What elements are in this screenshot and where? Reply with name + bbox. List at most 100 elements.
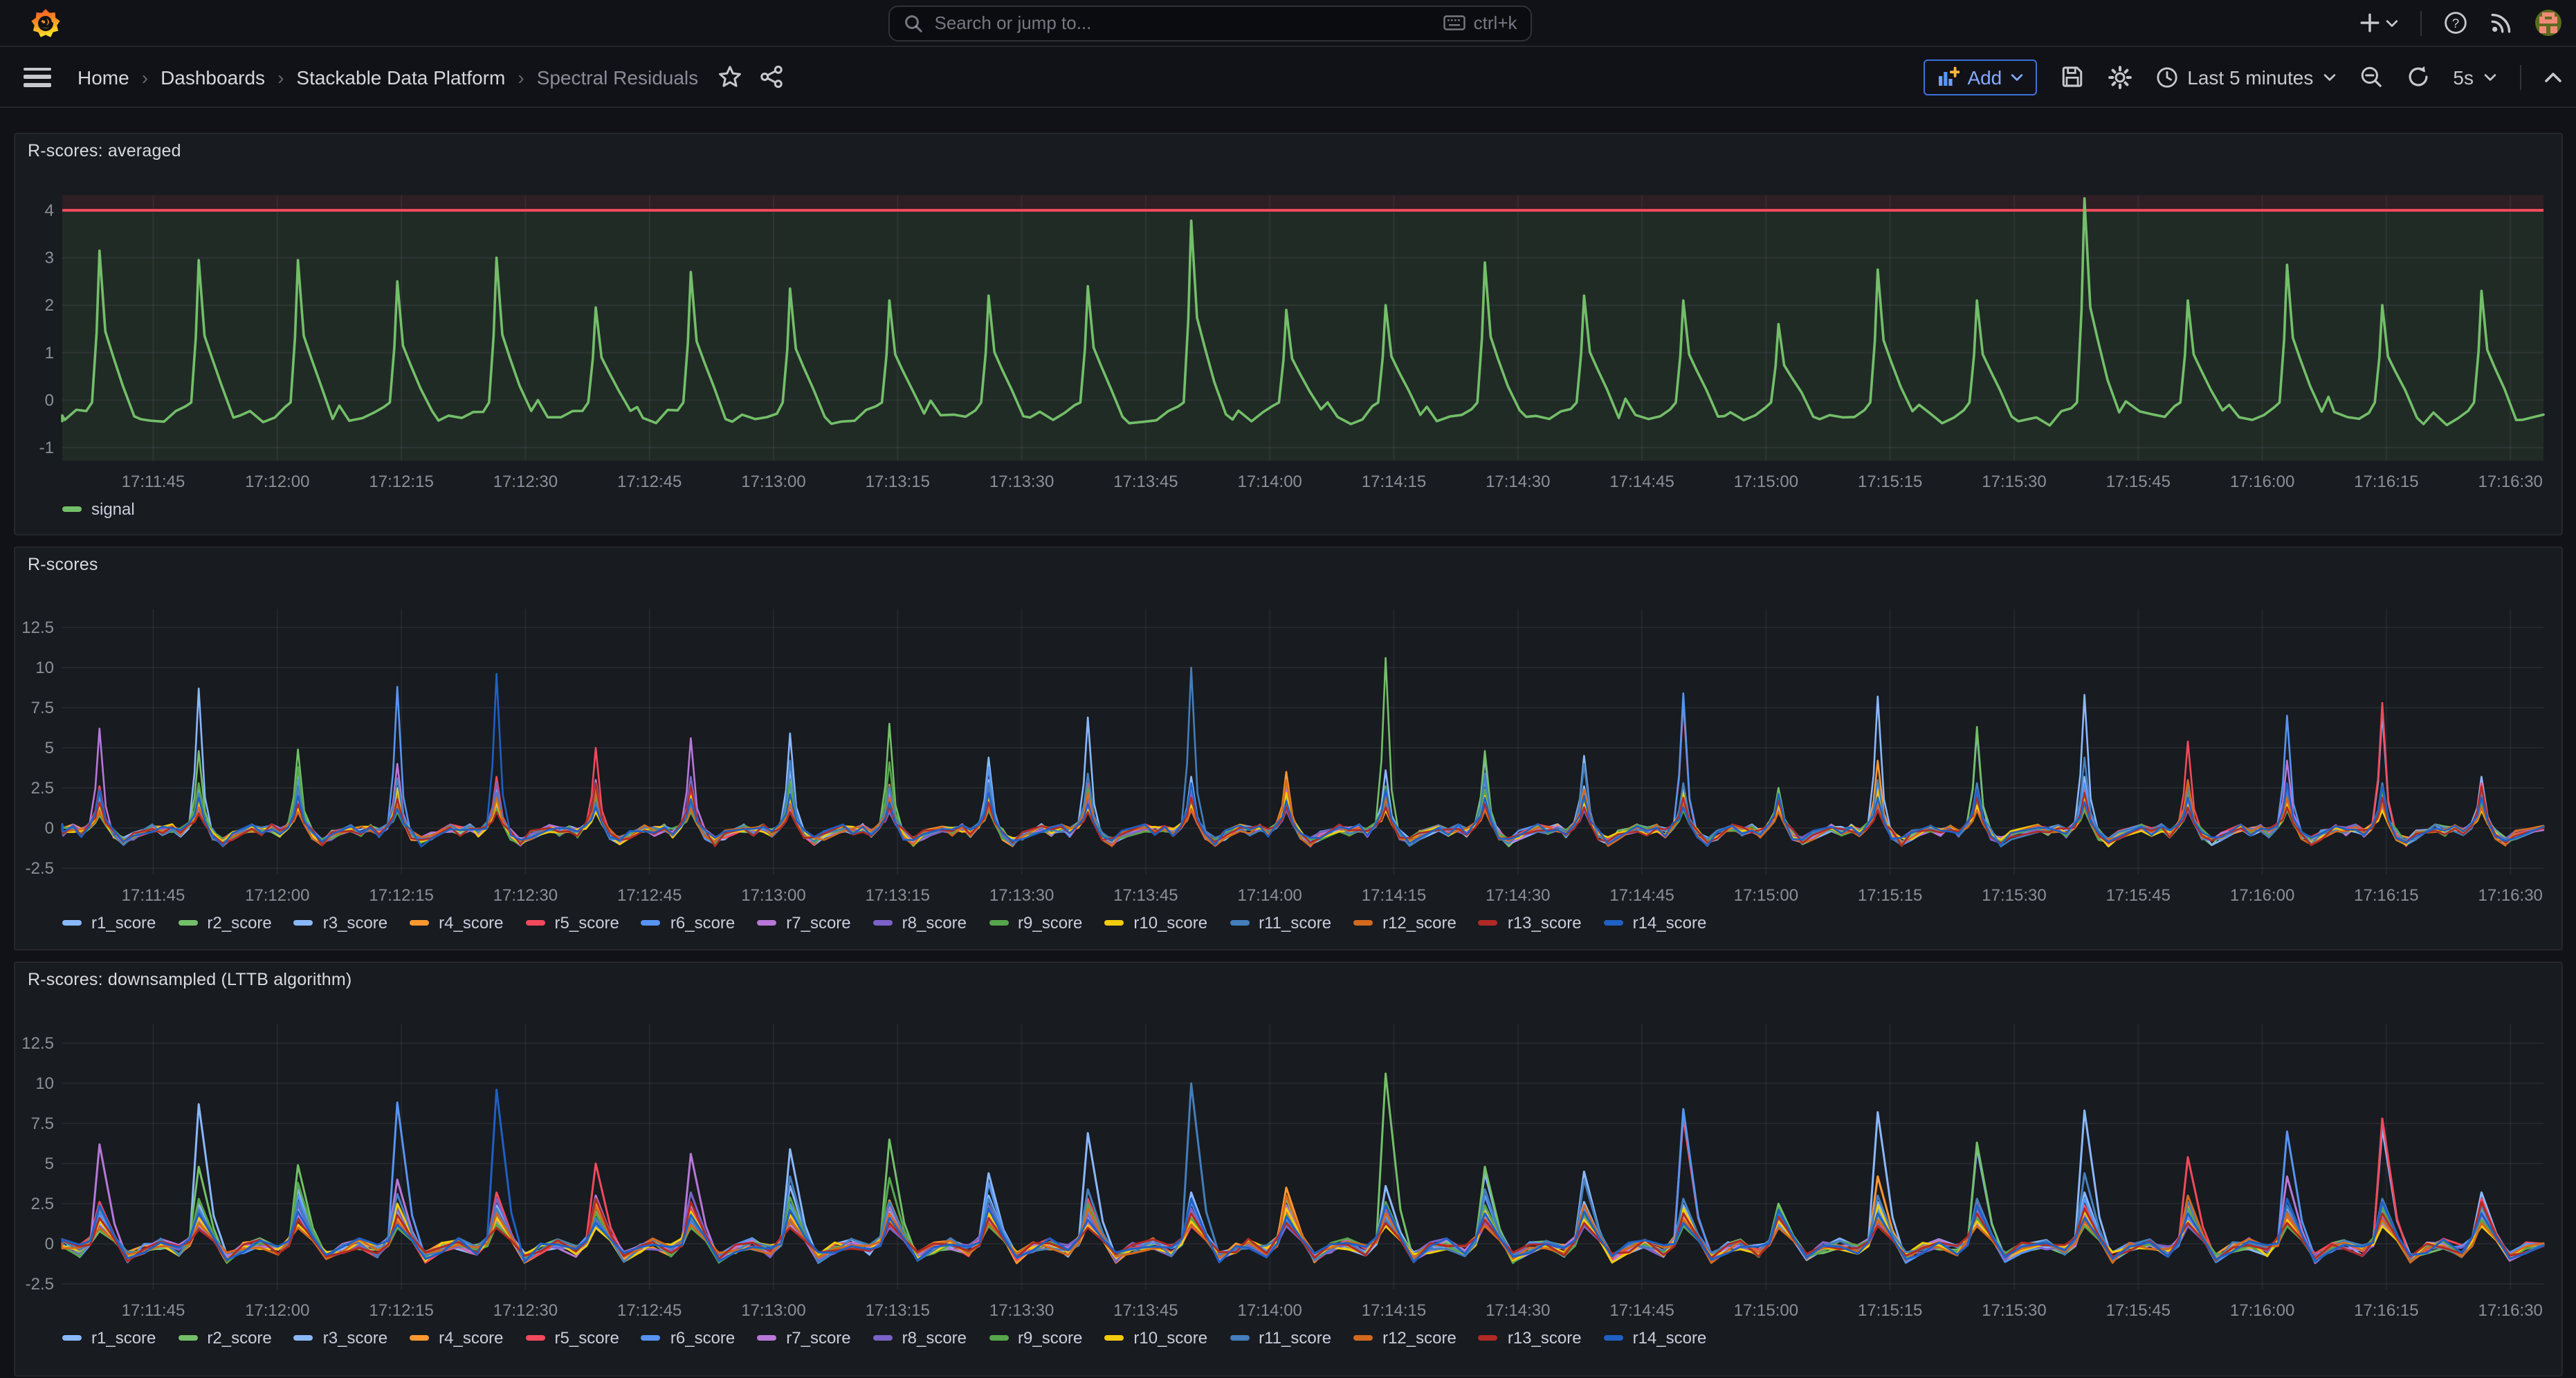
star-icon[interactable]	[718, 65, 741, 89]
legend-swatch	[410, 1335, 429, 1341]
legend-label: r3_score	[323, 1328, 387, 1348]
legend-item-r14_score[interactable]: r14_score	[1604, 913, 1707, 933]
breadcrumb-item[interactable]: Dashboards	[161, 66, 265, 88]
legend-label: r13_score	[1508, 1328, 1582, 1348]
legend-item-r8_score[interactable]: r8_score	[873, 1328, 967, 1348]
y-axis-tick-label: 7.5	[31, 1114, 54, 1133]
user-avatar[interactable]	[2534, 10, 2561, 36]
legend-item-r12_score[interactable]: r12_score	[1353, 913, 1456, 933]
legend-label: r14_score	[1633, 1328, 1707, 1348]
news-button[interactable]	[2489, 11, 2512, 35]
legend-item-r1_score[interactable]: r1_score	[62, 913, 156, 933]
legend-swatch	[989, 1335, 1008, 1341]
legend-item-r10_score[interactable]: r10_score	[1104, 913, 1207, 933]
legend-item-r2_score[interactable]: r2_score	[178, 913, 271, 933]
save-icon	[2060, 65, 2083, 89]
search-input[interactable]: Search or jump to... ctrl+k	[889, 5, 1533, 41]
legend-label: r1_score	[91, 1328, 156, 1348]
legend-item-r4_score[interactable]: r4_score	[410, 913, 503, 933]
plus-icon	[2359, 12, 2379, 33]
x-axis-tick-label: 17:14:45	[1609, 886, 1674, 905]
save-dashboard-button[interactable]	[2060, 65, 2083, 89]
top-bar: Search or jump to... ctrl+k	[0, 0, 2576, 47]
x-axis-tick-label: 17:12:00	[245, 1301, 309, 1320]
legend-item-r7_score[interactable]: r7_score	[757, 913, 850, 933]
legend-item-r5_score[interactable]: r5_score	[526, 1328, 619, 1348]
legend-label: r6_score	[670, 913, 735, 933]
menu-toggle-icon[interactable]	[24, 67, 51, 86]
x-axis-tick-label: 17:14:30	[1486, 1301, 1550, 1320]
breadcrumb-item[interactable]: Stackable Data Platform	[296, 66, 505, 88]
legend-item-signal[interactable]: signal	[62, 499, 135, 519]
x-axis-tick-label: 17:14:30	[1486, 886, 1550, 905]
panel-rscores-averaged: R-scores: averaged 43210-117:11:4517:12:…	[14, 133, 2562, 535]
legend-swatch	[1353, 1335, 1373, 1341]
help-button[interactable]: ?	[2443, 11, 2467, 35]
timeseries-chart[interactable]: 12.5107.552.50-2.517:11:4517:12:0017:12:…	[15, 548, 2564, 952]
legend-item-r13_score[interactable]: r13_score	[1479, 1328, 1582, 1348]
legend-swatch	[873, 920, 893, 926]
legend-swatch	[1230, 920, 1249, 926]
timeseries-chart[interactable]: 12.5107.552.50-2.517:11:4517:12:0017:12:…	[15, 963, 2564, 1378]
legend-item-r6_score[interactable]: r6_score	[641, 1328, 735, 1348]
x-axis-tick-label: 17:14:30	[1486, 472, 1550, 491]
legend-item-r13_score[interactable]: r13_score	[1479, 913, 1582, 933]
legend-item-r11_score[interactable]: r11_score	[1230, 1328, 1331, 1348]
timeseries-chart[interactable]: 43210-117:11:4517:12:0017:12:1517:12:301…	[15, 134, 2564, 537]
x-axis-tick-label: 17:13:15	[866, 886, 930, 905]
y-axis-tick-label: 7.5	[31, 699, 54, 717]
legend-item-r3_score[interactable]: r3_score	[294, 913, 387, 933]
x-axis-tick-label: 17:13:45	[1113, 886, 1178, 905]
refresh-button[interactable]	[2406, 65, 2429, 89]
collapse-toolbar-button[interactable]	[2544, 71, 2561, 82]
legend-swatch	[294, 920, 313, 926]
legend-item-r14_score[interactable]: r14_score	[1604, 1328, 1707, 1348]
breadcrumb-separator: ›	[518, 66, 524, 88]
legend-item-r10_score[interactable]: r10_score	[1104, 1328, 1207, 1348]
zoom-out-button[interactable]	[2359, 65, 2382, 89]
refresh-interval-picker[interactable]: 5s	[2453, 66, 2496, 88]
grafana-logo-icon[interactable]	[29, 6, 62, 39]
legend-item-r9_score[interactable]: r9_score	[989, 1328, 1082, 1348]
y-axis-tick-label: 2.5	[31, 1195, 54, 1213]
legend-label: r1_score	[91, 913, 156, 933]
legend-item-r9_score[interactable]: r9_score	[989, 913, 1082, 933]
keyboard-icon	[1443, 15, 1465, 30]
y-axis-tick-label: 10	[35, 1074, 54, 1093]
dashboard-settings-button[interactable]	[2107, 64, 2132, 89]
legend-label: r7_score	[786, 913, 850, 933]
legend-item-r2_score[interactable]: r2_score	[178, 1328, 271, 1348]
x-axis-tick-label: 17:15:30	[1982, 472, 2046, 491]
legend-item-r3_score[interactable]: r3_score	[294, 1328, 387, 1348]
legend-item-r6_score[interactable]: r6_score	[641, 913, 735, 933]
y-axis-tick-label: 10	[35, 659, 54, 677]
x-axis-tick-label: 17:11:45	[122, 472, 185, 491]
legend-item-r5_score[interactable]: r5_score	[526, 913, 619, 933]
legend-label: r2_score	[207, 913, 271, 933]
add-panel-button[interactable]: Add	[1923, 59, 2036, 95]
x-axis-tick-label: 17:15:00	[1734, 472, 1798, 491]
legend-label: r11_score	[1259, 913, 1331, 933]
x-axis-tick-label: 17:12:30	[493, 886, 558, 905]
time-range-picker[interactable]: Last 5 minutes	[2155, 66, 2335, 88]
legend-swatch	[62, 920, 82, 926]
legend-item-r4_score[interactable]: r4_score	[410, 1328, 503, 1348]
legend-item-r8_score[interactable]: r8_score	[873, 913, 967, 933]
legend-item-r1_score[interactable]: r1_score	[62, 1328, 156, 1348]
y-axis-tick-label: 0	[45, 391, 54, 410]
legend-label: r9_score	[1018, 1328, 1082, 1348]
legend-item-r11_score[interactable]: r11_score	[1230, 913, 1331, 933]
x-axis-tick-label: 17:13:30	[989, 472, 1054, 491]
legend-label: r4_score	[439, 1328, 503, 1348]
legend-item-r12_score[interactable]: r12_score	[1353, 1328, 1456, 1348]
legend-swatch	[873, 1335, 893, 1341]
legend-label: r6_score	[670, 1328, 735, 1348]
breadcrumb-item[interactable]: Home	[77, 66, 129, 88]
legend-item-r7_score[interactable]: r7_score	[757, 1328, 850, 1348]
chevron-down-icon	[2483, 73, 2496, 81]
y-axis-tick-label: 5	[45, 739, 54, 757]
grafana-dashboard: Search or jump to... ctrl+k	[0, 0, 2576, 1370]
share-icon[interactable]	[759, 65, 783, 89]
new-button[interactable]	[2359, 12, 2397, 33]
legend-swatch	[62, 1335, 82, 1341]
